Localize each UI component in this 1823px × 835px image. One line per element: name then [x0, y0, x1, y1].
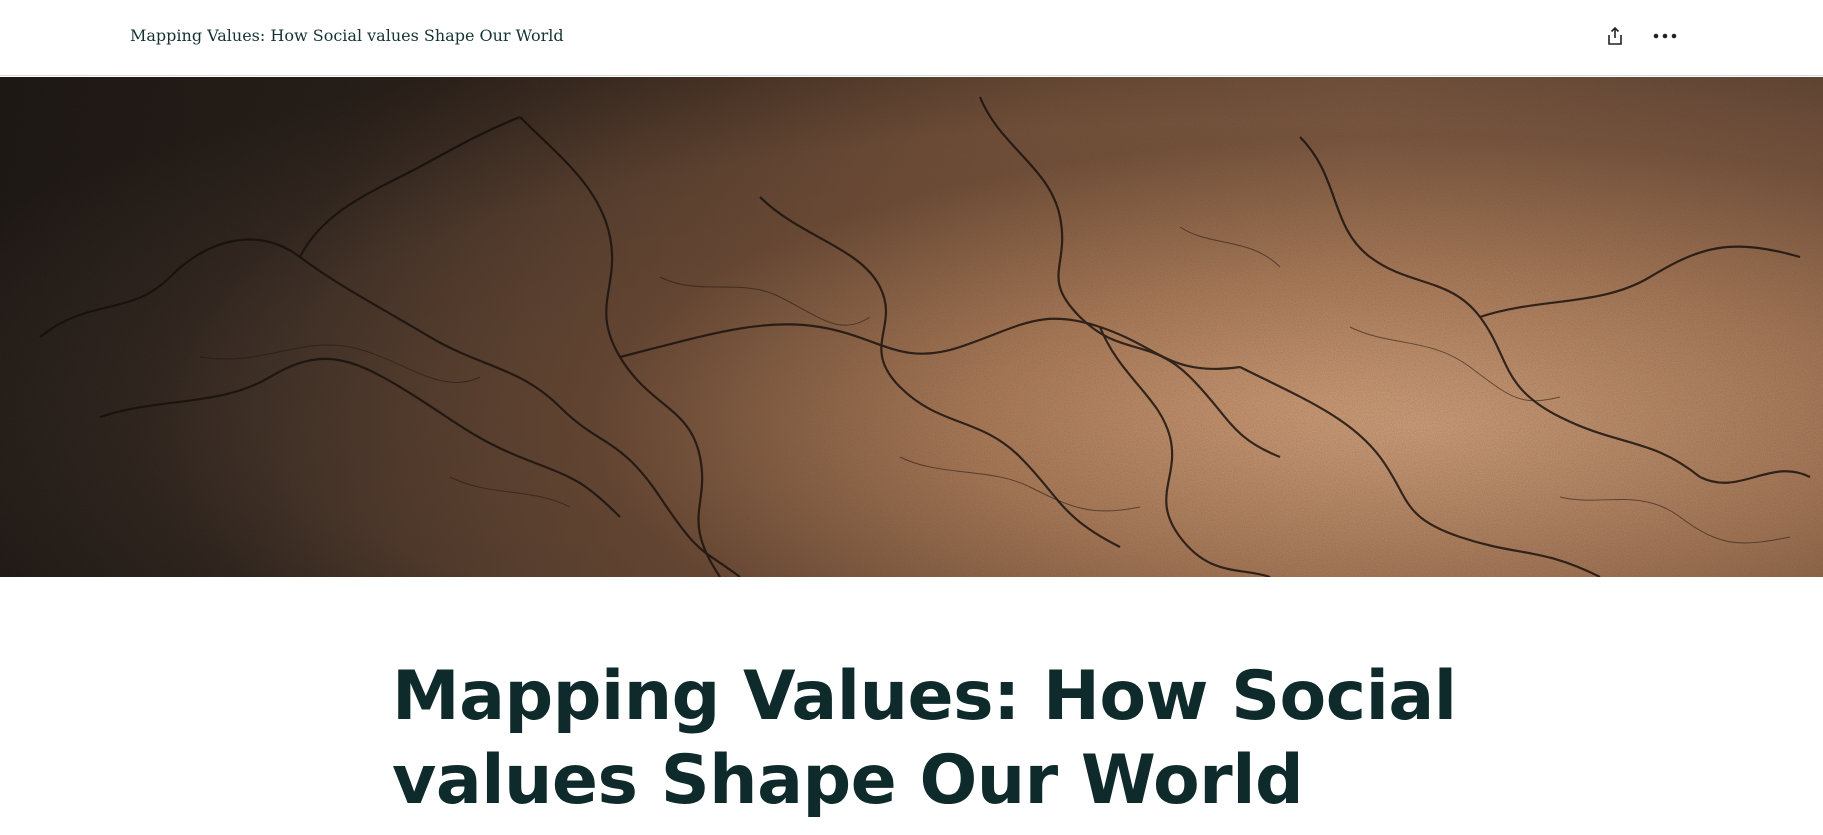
more-options-icon — [1653, 33, 1677, 39]
story-header: Mapping Values: How Social values Shape … — [0, 0, 1823, 76]
more-options-button[interactable] — [1649, 20, 1681, 52]
share-icon — [1608, 26, 1622, 45]
story-title: Mapping Values: How Social values Shape … — [130, 26, 564, 45]
antique-map-image — [0, 77, 1823, 577]
article-headline: Mapping Values: How Social values Shape … — [392, 657, 1457, 820]
hero-image — [0, 77, 1823, 577]
share-button[interactable] — [1599, 20, 1631, 52]
